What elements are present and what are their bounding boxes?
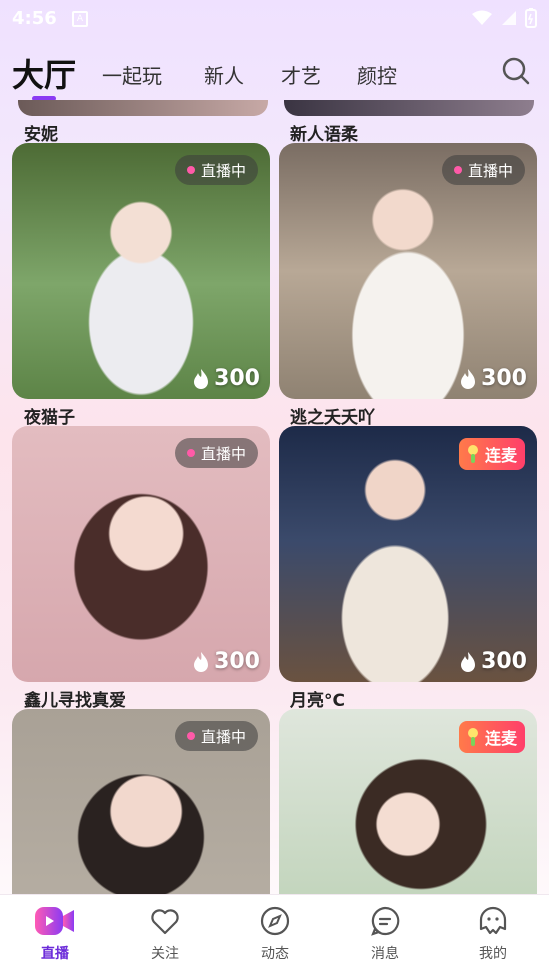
flame-icon: [194, 368, 209, 389]
tab-hall[interactable]: 大厅: [12, 50, 76, 96]
popularity: 300: [459, 649, 527, 674]
card-thumbnail-partial[interactable]: [284, 100, 534, 116]
wifi-icon: [472, 10, 492, 25]
status-time: 4:56: [12, 8, 57, 29]
heart-icon: [151, 909, 179, 935]
status-icons: [471, 8, 537, 28]
live-badge: 直播中: [174, 155, 258, 185]
streamer-name: 新人语柔: [290, 125, 358, 145]
co-host-badge: 连麦: [458, 438, 525, 470]
stream-card[interactable]: 连麦 300: [279, 426, 537, 682]
nav-live[interactable]: 直播: [15, 905, 95, 963]
flame-icon: [194, 651, 209, 672]
live-video-icon: [35, 907, 74, 935]
nav-messages[interactable]: 消息: [345, 905, 425, 963]
tab-looks[interactable]: 颜控: [357, 60, 397, 89]
microphone-icon: [467, 728, 478, 746]
live-dot-icon: [186, 166, 195, 174]
bottom-navigation: 直播 关注 动态 消息 我的: [0, 894, 549, 977]
nav-following[interactable]: 关注: [125, 905, 205, 963]
popularity: 300: [192, 649, 260, 674]
flame-icon: [461, 651, 476, 672]
card-thumbnail-partial[interactable]: [18, 100, 268, 116]
signal-icon: [502, 11, 516, 25]
live-dot-icon: [186, 449, 195, 457]
microphone-icon: [467, 445, 478, 463]
co-host-badge: 连麦: [458, 721, 525, 753]
category-tabs: 大厅 一起玩 新人 才艺 颜控: [0, 50, 549, 104]
message-icon: [371, 906, 400, 936]
profile-icon: [479, 906, 507, 935]
nav-profile[interactable]: 我的: [453, 905, 533, 963]
nav-moments[interactable]: 动态: [235, 905, 315, 963]
live-badge: 直播中: [174, 438, 258, 468]
stream-card[interactable]: 直播中 300: [12, 143, 270, 399]
live-dot-icon: [186, 732, 195, 740]
streamer-name: 安妮: [24, 125, 58, 145]
streamer-name: 夜猫子: [24, 408, 75, 428]
streamer-name: 月亮°C: [290, 691, 345, 711]
search-button[interactable]: [501, 56, 531, 86]
stream-card[interactable]: 直播中: [12, 709, 270, 895]
stream-card[interactable]: 直播中 300: [279, 143, 537, 399]
flame-icon: [461, 368, 476, 389]
compass-icon: [260, 906, 290, 936]
tab-play-together[interactable]: 一起玩: [102, 60, 162, 89]
live-dot-icon: [453, 166, 462, 174]
status-bar: 4:56 A: [0, 0, 549, 36]
streamer-name: 逃之夭夭吖: [290, 408, 375, 428]
search-icon: [502, 57, 530, 85]
tab-newcomers[interactable]: 新人: [204, 60, 244, 89]
popularity: 300: [459, 366, 527, 391]
stream-card[interactable]: 连麦: [279, 709, 537, 895]
battery-icon: [525, 8, 537, 28]
streamer-name: 鑫儿寻找真爱: [24, 691, 126, 711]
stream-card[interactable]: 直播中 300: [12, 426, 270, 682]
live-badge: 直播中: [441, 155, 525, 185]
notification-a-icon: A: [72, 11, 88, 27]
stream-grid: 安妮 新人语柔 直播中 300 夜猫子 直播中 300 逃之夭夭吖 直播中 30…: [0, 100, 549, 895]
popularity: 300: [192, 366, 260, 391]
tab-talent[interactable]: 才艺: [281, 60, 321, 89]
live-badge: 直播中: [174, 721, 258, 751]
